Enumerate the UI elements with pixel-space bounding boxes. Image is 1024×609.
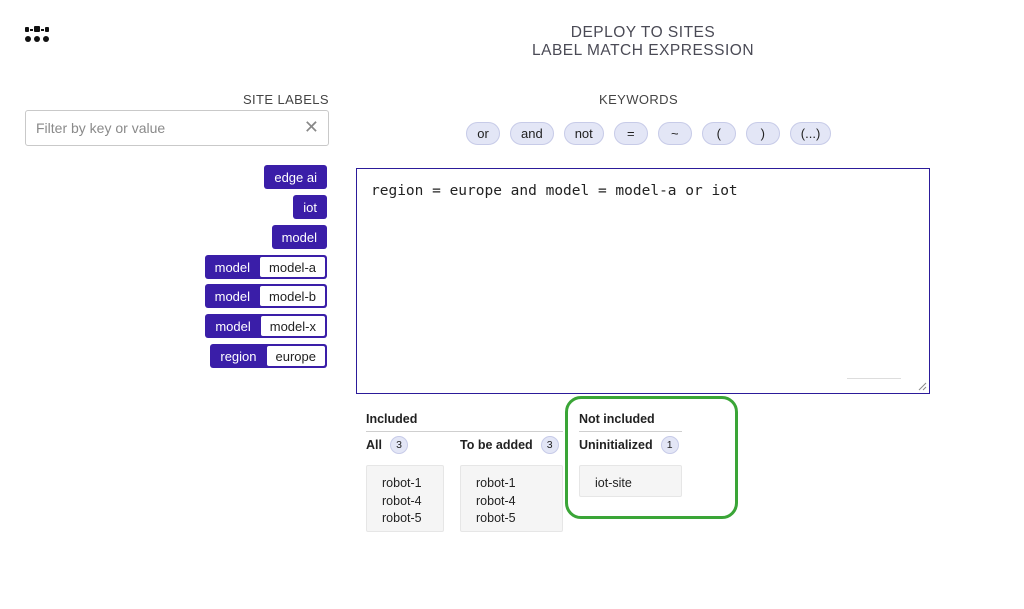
included-all-count: 3 (389, 436, 408, 454)
included-all-header: All 3 (366, 436, 408, 454)
label-chip-key: iot (303, 199, 317, 215)
label-chip-model-x[interactable]: model model-x (205, 314, 327, 338)
keyword-open-paren-button[interactable]: ( (701, 122, 736, 145)
editor-hint-line (847, 378, 901, 379)
label-chip-key: model (281, 229, 317, 245)
site-item[interactable]: robot-5 (476, 510, 562, 528)
label-chip-key: model (214, 288, 251, 304)
label-chip-value: model-b (260, 286, 325, 306)
expression-text[interactable]: region = europe and model = model-a or i… (371, 183, 738, 199)
uninitialized-count: 1 (660, 436, 679, 454)
keyword-equals-button[interactable]: = (613, 122, 648, 145)
included-all-label: All (366, 438, 382, 452)
keyword-buttons: or and not = ~ ( ) (...) (466, 122, 832, 145)
label-chip-edge-ai[interactable]: edge ai (264, 165, 327, 189)
label-chip-value: model-x (260, 316, 325, 336)
keyword-close-paren-button[interactable]: ) (745, 122, 780, 145)
site-item[interactable]: robot-1 (382, 475, 443, 493)
site-item[interactable]: robot-5 (382, 510, 443, 528)
to-be-added-header: To be added 3 (460, 436, 559, 454)
label-chip-model-a[interactable]: model model-a (204, 255, 327, 279)
included-divider (366, 431, 563, 432)
included-all-list: robot-1 robot-4 robot-5 (366, 465, 444, 532)
label-chip-model[interactable]: model (271, 225, 327, 249)
page-title-line1: DEPLOY TO SITES (570, 24, 716, 41)
page-title-line2: LABEL MATCH EXPRESSION (531, 42, 755, 59)
site-item[interactable]: iot-site (595, 475, 681, 493)
label-chip-key: model (214, 259, 251, 275)
not-included-divider (579, 431, 682, 432)
site-item[interactable]: robot-4 (476, 493, 562, 511)
app-logo-icon (25, 26, 49, 42)
filter-box: ✕ (25, 110, 329, 146)
label-chip-value: model-a (260, 257, 325, 277)
site-labels-heading: SITE LABELS (242, 92, 329, 107)
label-chip-iot[interactable]: iot (293, 195, 327, 219)
keyword-not-button[interactable]: not (563, 122, 604, 145)
site-item[interactable]: robot-1 (476, 475, 562, 493)
label-chip-region-europe[interactable]: region europe (210, 344, 327, 368)
close-icon[interactable]: ✕ (304, 117, 319, 137)
expression-editor[interactable]: region = europe and model = model-a or i… (356, 168, 930, 394)
label-chip-key: edge ai (274, 169, 317, 185)
page-title: DEPLOY TO SITES LABEL MATCH EXPRESSION (440, 24, 846, 60)
label-chip-key: region (220, 348, 257, 364)
uninitialized-list: iot-site (579, 465, 682, 497)
label-chip-model-b[interactable]: model model-b (204, 284, 327, 308)
keyword-or-button[interactable]: or (466, 122, 500, 145)
not-included-heading: Not included (579, 412, 655, 426)
keywords-heading: KEYWORDS (599, 92, 679, 107)
to-be-added-count: 3 (540, 436, 559, 454)
filter-input[interactable] (26, 111, 296, 145)
to-be-added-list: robot-1 robot-4 robot-5 (460, 465, 563, 532)
label-chip-key: model (215, 318, 251, 334)
keyword-tilde-button[interactable]: ~ (657, 122, 692, 145)
label-chip-value: europe (266, 346, 325, 366)
site-item[interactable]: robot-4 (382, 493, 443, 511)
resize-handle-icon[interactable] (918, 382, 927, 391)
included-heading: Included (366, 412, 418, 426)
to-be-added-label: To be added (460, 438, 533, 452)
uninitialized-header: Uninitialized 1 (579, 436, 679, 454)
uninitialized-label: Uninitialized (579, 438, 653, 452)
keyword-and-button[interactable]: and (510, 122, 554, 145)
keyword-group-button[interactable]: (...) (789, 122, 832, 145)
